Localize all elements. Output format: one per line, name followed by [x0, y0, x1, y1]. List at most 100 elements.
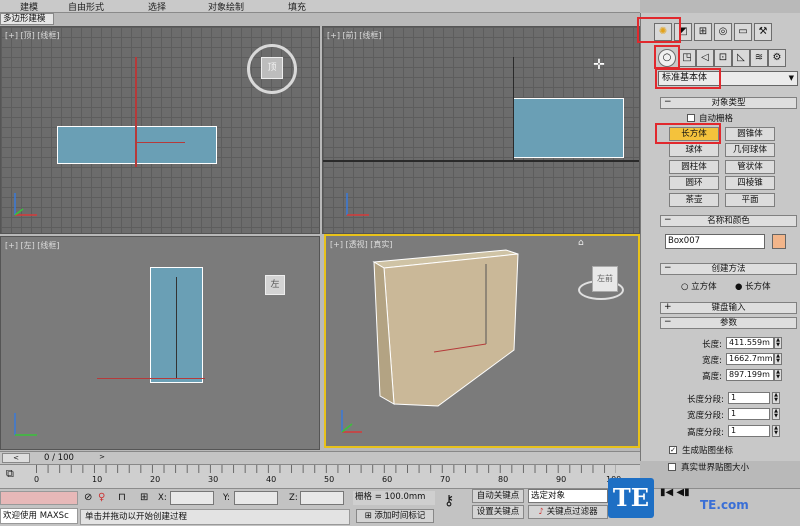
width-segs-input[interactable]: 1 [728, 408, 770, 420]
viewcube-perspective[interactable]: 左前 [592, 266, 618, 292]
selected-object-dropdown[interactable]: 选定对象 [528, 489, 608, 503]
viewcube-left[interactable]: 左 [265, 275, 285, 295]
motion-icon[interactable]: ◎ [714, 23, 732, 41]
viewport-left[interactable]: [+] [左] [线框] 左 [0, 236, 320, 450]
time-slider-thumb[interactable]: < [2, 453, 30, 463]
playback-controls[interactable]: ▮◀ ◀▮ [660, 487, 700, 505]
object-name-field[interactable]: Box007 [665, 234, 765, 249]
ribbon-tab-populate[interactable]: 填充 [288, 0, 306, 13]
cylinder-button[interactable]: 圆柱体 [669, 160, 719, 174]
home-icon[interactable]: ⌂ [578, 238, 588, 248]
maxscript-listener-pink[interactable] [0, 491, 78, 505]
key-filters-button[interactable]: ♪ 关键点过滤器 [528, 505, 608, 519]
rollout-creation-method[interactable]: − 创建方法 [660, 263, 797, 275]
helpers-icon[interactable]: ◺ [732, 49, 750, 67]
rollout-parameters[interactable]: − 参数 [660, 317, 797, 329]
world-axis-vertical [513, 57, 514, 161]
radio-cube[interactable]: ○ 立方体 [681, 280, 717, 292]
polygon-modeling-tab[interactable]: 多边形建模 [0, 13, 54, 25]
viewport-top[interactable]: [+] [顶] [线框] 顶 [0, 26, 320, 234]
tube-button[interactable]: 管状体 [725, 160, 775, 174]
add-time-tag-button[interactable]: ⊞ 添加时间标记 [356, 509, 434, 523]
width-input[interactable]: 1662.7mm [726, 353, 774, 365]
length-spinner[interactable]: ▲ ▼ [774, 337, 782, 349]
set-key-button[interactable]: 设置关键点 [472, 505, 524, 519]
world-axis-horizontal [135, 142, 185, 143]
pyramid-button[interactable]: 四棱锥 [725, 176, 775, 190]
x-coord-input[interactable] [170, 491, 214, 505]
viewport-front[interactable]: [+] [前] [线框] ✛ [322, 26, 640, 234]
length-label: 长度: [702, 340, 722, 350]
gen-mapping-checkbox[interactable]: ✓ [669, 446, 677, 454]
absolute-mode-icon[interactable]: ⊞ [140, 492, 148, 503]
geosphere-button[interactable]: 几何球体 [725, 143, 775, 157]
cone-button[interactable]: 圆锥体 [725, 127, 775, 141]
height-input[interactable]: 897.199m [726, 369, 774, 381]
pin-icon[interactable]: ♀ [98, 492, 105, 503]
cameras-icon[interactable]: ⊡ [714, 49, 732, 67]
world-axis-horizontal [97, 378, 205, 379]
lock-selection-icon[interactable]: ⊘ [84, 492, 92, 503]
track-bar-icon[interactable]: ⧉ [6, 467, 20, 485]
time-slider-right[interactable]: > [96, 453, 108, 463]
track-bar[interactable]: ⧉ 0 10 20 30 40 50 60 70 80 90 100 [0, 464, 640, 488]
maxscript-listener-white[interactable]: 欢迎使用 MAXSc [0, 508, 78, 524]
radio-box[interactable]: ● 长方体 [735, 280, 771, 292]
plane-button[interactable]: 平面 [725, 193, 775, 207]
ribbon-tab-selection[interactable]: 选择 [148, 0, 166, 13]
viewport-front-label[interactable]: [+] [前] [线框] [327, 30, 382, 41]
viewport-perspective[interactable]: [+] [透视] [真实] ⌂ 左前 [324, 234, 640, 448]
viewcube-front[interactable]: ✛ [587, 57, 611, 77]
ribbon-tab-object-paint[interactable]: 对象绘制 [208, 0, 244, 13]
viewcube-top[interactable]: 顶 [261, 57, 283, 79]
viewport-top-label[interactable]: [+] [顶] [线框] [5, 30, 60, 41]
lights-icon[interactable]: ◁ [696, 49, 714, 67]
z-label: Z: [289, 493, 298, 503]
width-spinner[interactable]: ▲ ▼ [774, 353, 782, 365]
torus-button[interactable]: 圆环 [669, 176, 719, 190]
rollout-keyboard-entry[interactable]: + 键盘输入 [660, 302, 797, 314]
display-icon[interactable]: ▭ [734, 23, 752, 41]
tick-label-40: 40 [266, 475, 277, 484]
teapot-button[interactable]: 茶壶 [669, 193, 719, 207]
rollout-name-color[interactable]: − 名称和颜色 [660, 215, 797, 227]
time-slider[interactable]: < 0 / 100 > [0, 451, 640, 464]
object-color-swatch[interactable] [772, 234, 786, 249]
box-perspective [372, 249, 519, 407]
width-segs-spinner[interactable]: ▲ ▼ [772, 408, 780, 420]
key-filters-icon: ♪ [538, 507, 544, 517]
systems-icon[interactable]: ⚙ [768, 49, 786, 67]
utilities-icon[interactable]: ⚒ [754, 23, 772, 41]
hierarchy-icon[interactable]: ⊞ [694, 23, 712, 41]
spacewarps-icon[interactable]: ≋ [750, 49, 768, 67]
y-coord-input[interactable] [234, 491, 278, 505]
lock-icon[interactable]: ⊓ [118, 492, 126, 503]
sphere-button[interactable]: 球体 [669, 143, 719, 157]
ribbon-tab-modeling[interactable]: 建模 [20, 0, 38, 13]
viewport-left-label[interactable]: [+] [左] [线框] [5, 240, 60, 251]
key-icon[interactable]: ⚷ [444, 493, 454, 509]
autogrid-checkbox[interactable] [687, 114, 695, 122]
status-bar: 欢迎使用 MAXSc ⊘ ♀ ⊓ ⊞ X: Y: Z: 栅格 = 100.0mm… [0, 487, 800, 526]
length-input[interactable]: 411.559m [726, 337, 774, 349]
tick-label-70: 70 [440, 475, 451, 484]
real-world-checkbox[interactable] [668, 463, 676, 471]
width-label: 宽度: [702, 356, 722, 366]
tick-label-20: 20 [150, 475, 161, 484]
grid-size-display: 栅格 = 100.0mm [353, 491, 435, 505]
shapes-icon[interactable]: ◳ [678, 49, 696, 67]
z-coord-input[interactable] [300, 491, 344, 505]
height-segs-spinner[interactable]: ▲ ▼ [772, 425, 780, 437]
auto-key-button[interactable]: 自动关键点 [472, 489, 524, 503]
y-label: Y: [223, 493, 230, 503]
prompt-line: 单击并拖动以开始创建过程 [80, 509, 350, 525]
height-segs-input[interactable]: 1 [728, 425, 770, 437]
radio-cube-label: 立方体 [691, 282, 717, 292]
axis-tripod [341, 410, 362, 433]
height-spinner[interactable]: ▲ ▼ [774, 369, 782, 381]
rollout-object-type[interactable]: − 对象类型 [660, 97, 797, 109]
ribbon-tab-freeform[interactable]: 自由形式 [68, 0, 104, 13]
watermark-logo: TE [608, 478, 654, 518]
length-segs-spinner[interactable]: ▲ ▼ [772, 392, 780, 404]
length-segs-input[interactable]: 1 [728, 392, 770, 404]
